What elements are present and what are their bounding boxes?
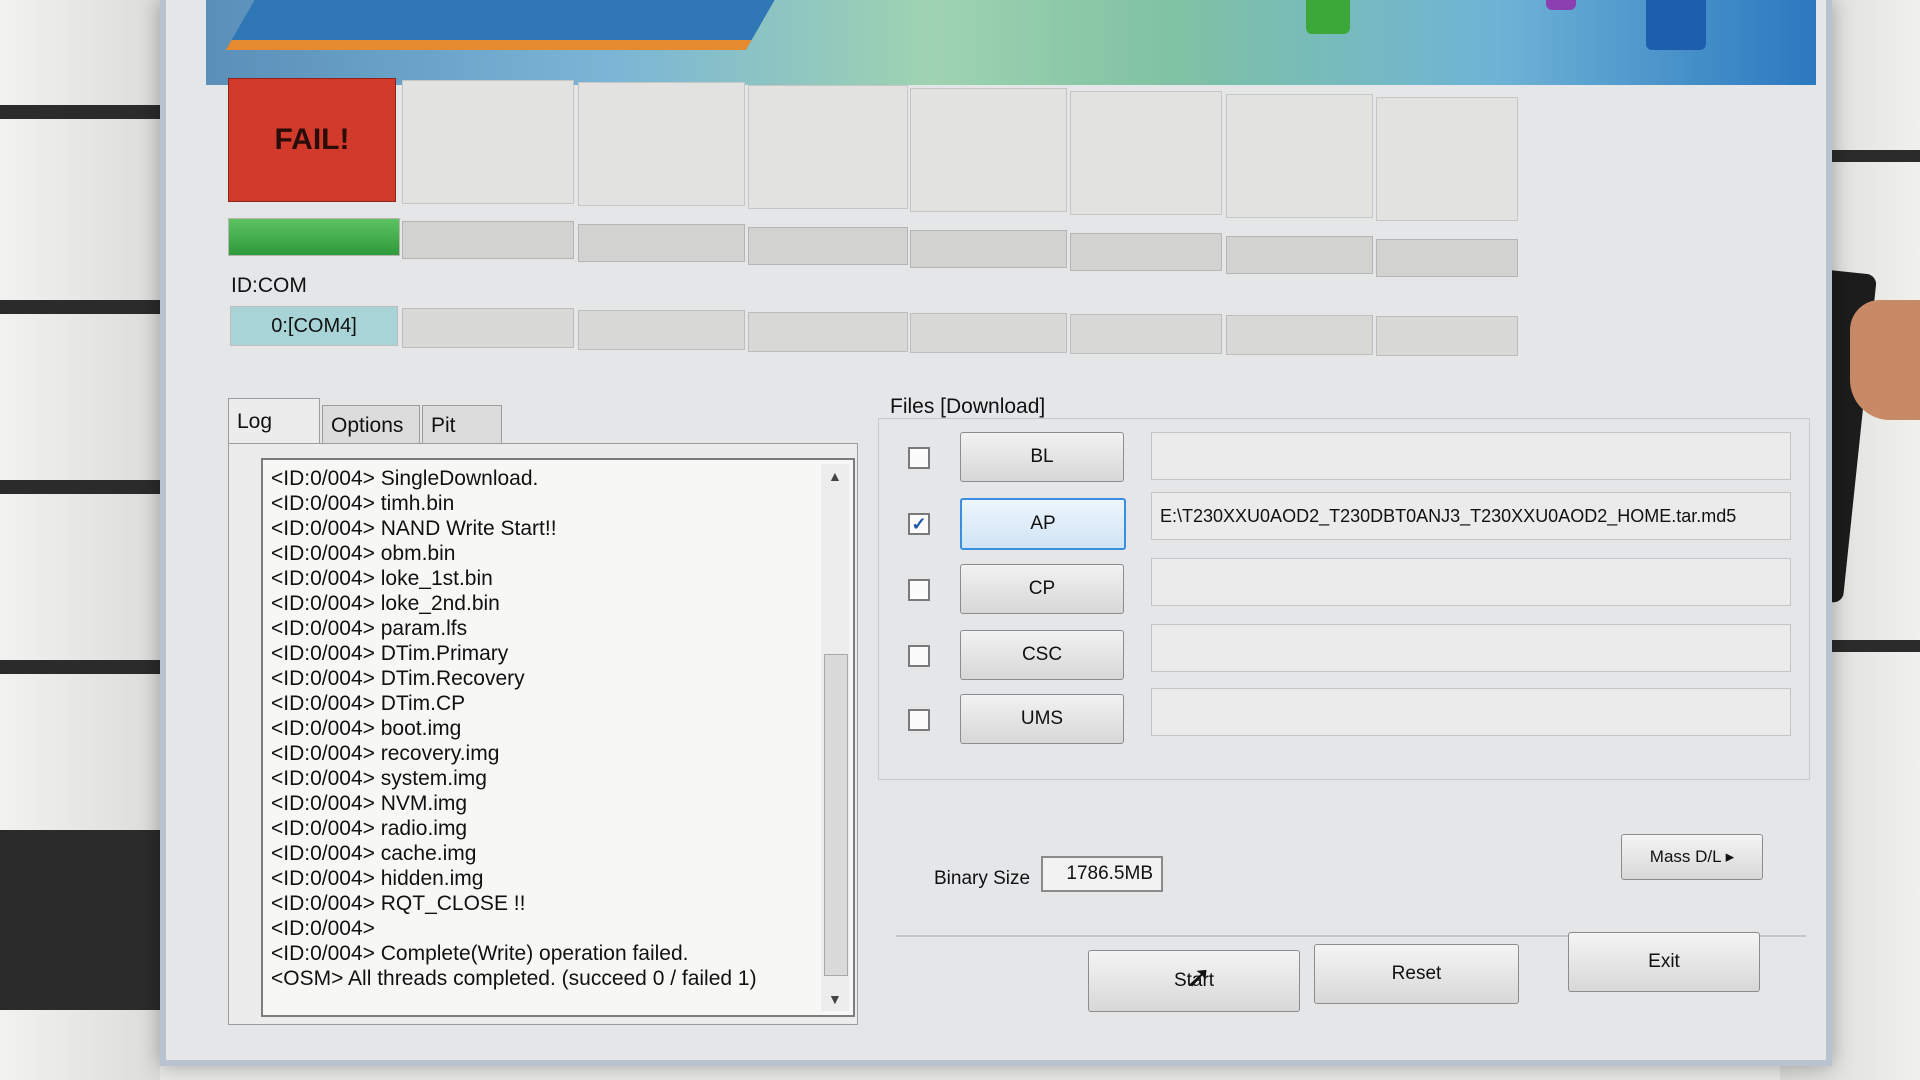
com-port-slot [402, 308, 574, 348]
log-line: <ID:0/004> obm.bin [271, 542, 456, 565]
com-port-slot [1226, 315, 1373, 355]
log-scrollbar[interactable]: ▲ ▼ [821, 464, 849, 1011]
status-tile [1226, 94, 1373, 218]
progress-bar [402, 221, 574, 259]
tab-options[interactable]: Options [322, 405, 420, 445]
hand [1850, 300, 1920, 420]
files-download-label: Files [Download] [890, 395, 1046, 418]
ap-path-field[interactable]: E:\T230XXU0AOD2_T230DBT0ANJ3_T230XXU0AOD… [1151, 492, 1791, 540]
progress-bar [1376, 239, 1518, 277]
progress-fill [229, 219, 399, 255]
status-tile [1376, 97, 1518, 221]
com-port-slot [1376, 316, 1518, 356]
checkbox-bl[interactable] [908, 447, 930, 469]
wall-stripe [0, 480, 165, 494]
reset-button[interactable]: Reset [1314, 944, 1519, 1004]
csc-button[interactable]: CSC [960, 630, 1124, 680]
ums-button[interactable]: UMS [960, 694, 1124, 744]
log-line: <ID:0/004> RQT_CLOSE !! [271, 892, 526, 915]
bl-button[interactable]: BL [960, 432, 1124, 482]
log-line: <ID:0/004> loke_1st.bin [271, 567, 493, 590]
progress-bar [910, 230, 1067, 268]
progress-bar [748, 227, 908, 265]
progress-bar [228, 218, 400, 256]
tab-log[interactable]: Log [228, 398, 320, 445]
log-line: <ID:0/004> DTim.CP [271, 692, 466, 715]
status-tile [402, 80, 574, 204]
bl-path-field[interactable] [1151, 432, 1791, 480]
log-line: <ID:0/004> SingleDownload. [271, 467, 539, 490]
status-tile [1070, 91, 1222, 215]
progress-bar [578, 224, 745, 262]
checkbox-ums[interactable] [908, 709, 930, 731]
status-tile [578, 82, 745, 206]
map-pin-icon [1306, 0, 1350, 34]
com-port-slot: 0:[COM4] [230, 306, 398, 346]
log-line: <ID:0/004> loke_2nd.bin [271, 592, 500, 615]
log-line: <OSM> All threads completed. (succeed 0 … [271, 967, 757, 990]
dark-object [0, 830, 165, 1010]
ums-path-field[interactable] [1151, 688, 1791, 736]
wall-stripe [0, 660, 165, 674]
log-line: <ID:0/004> hidden.img [271, 867, 484, 890]
checkbox-ap[interactable]: ✓ [908, 513, 930, 535]
checkbox-csc[interactable] [908, 645, 930, 667]
scroll-up-arrow-icon[interactable]: ▲ [828, 468, 842, 484]
com-port-slot [748, 312, 908, 352]
exit-button[interactable]: Exit [1568, 932, 1760, 992]
csc-path-field[interactable] [1151, 624, 1791, 672]
cp-button[interactable]: CP [960, 564, 1124, 614]
log-line: <ID:0/004> DTim.Recovery [271, 667, 525, 690]
log-line: <ID:0/004> NVM.img [271, 792, 468, 815]
binary-size-value: 1786.5MB [1041, 856, 1163, 892]
message-bubble-icon [1646, 0, 1706, 50]
log-panel: <ID:0/004> SingleDownload. <ID:0/004> tim… [228, 443, 858, 1025]
log-line: <ID:0/004> cache.img [271, 842, 477, 865]
log-line: <ID:0/004> [271, 917, 375, 940]
com-port-slot [910, 313, 1067, 353]
log-line: <ID:0/004> recovery.img [271, 742, 500, 765]
scroll-down-arrow-icon[interactable]: ▼ [828, 991, 842, 1007]
odin-window: FAIL! ID:COM 0:[COM4] Log Options Pit <I… [160, 0, 1832, 1066]
mouse-pointer-icon: ➚ [1186, 961, 1212, 994]
mass-dl-button[interactable]: Mass D/L ▸ [1621, 834, 1763, 880]
com-port-slot [578, 310, 745, 350]
idcom-label: ID:COM [231, 274, 307, 297]
tab-pit[interactable]: Pit [422, 405, 502, 445]
banner-logo-shape [225, 0, 787, 50]
map-pin-icon [1546, 0, 1576, 10]
log-line: <ID:0/004> NAND Write Start!! [271, 517, 557, 540]
header-banner [206, 0, 1816, 85]
log-lines: <ID:0/004> SingleDownload. <ID:0/004> tim… [271, 466, 813, 991]
log-line: <ID:0/004> param.lfs [271, 617, 468, 640]
log-line: <ID:0/004> timh.bin [271, 492, 455, 515]
status-tile-fail: FAIL! [228, 78, 396, 202]
scroll-thumb[interactable] [824, 654, 848, 976]
log-line: <ID:0/004> boot.img [271, 717, 462, 740]
cp-path-field[interactable] [1151, 558, 1791, 606]
com-port-slot [1070, 314, 1222, 354]
log-line: <ID:0/004> radio.img [271, 817, 468, 840]
log-textbox[interactable]: <ID:0/004> SingleDownload. <ID:0/004> tim… [261, 458, 855, 1017]
status-tile [748, 85, 908, 209]
wall-stripe [0, 300, 165, 314]
ap-button[interactable]: AP [960, 498, 1126, 550]
log-line: <ID:0/004> DTim.Primary [271, 642, 509, 665]
log-line: <ID:0/004> system.img [271, 767, 487, 790]
progress-bar [1070, 233, 1222, 271]
status-tile [910, 88, 1067, 212]
progress-bar [1226, 236, 1373, 274]
checkbox-cp[interactable] [908, 579, 930, 601]
log-line: <ID:0/004> Complete(Write) operation fai… [271, 942, 689, 965]
wall-stripe [0, 105, 165, 119]
binary-size-label: Binary Size [934, 868, 1031, 889]
